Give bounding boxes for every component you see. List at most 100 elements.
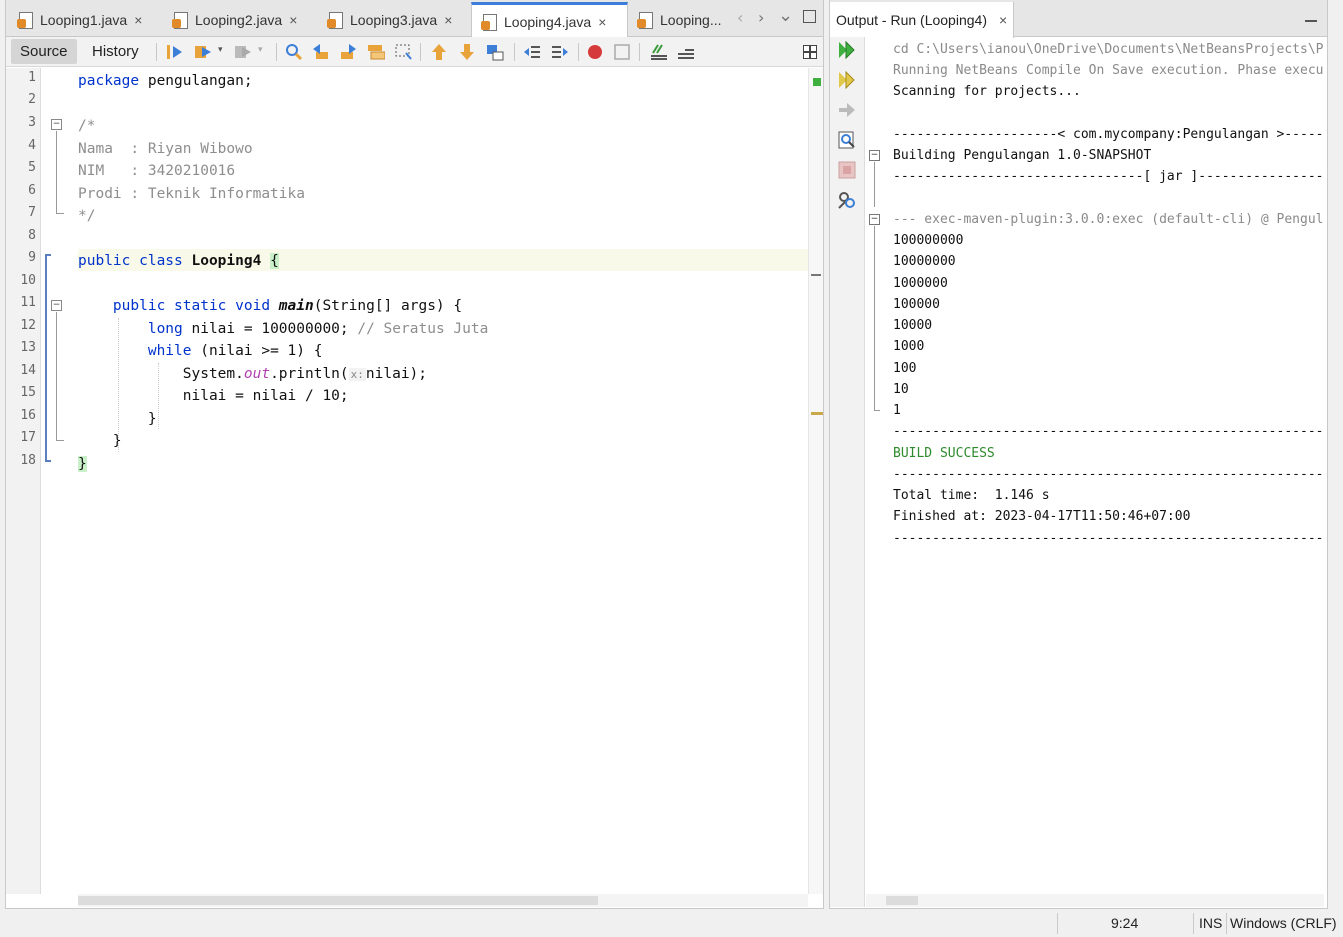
output-value: 100000 — [893, 297, 940, 312]
line-number[interactable]: 12 — [6, 318, 36, 333]
tab-label: Looping3.java — [350, 12, 438, 28]
previous-bookmark-icon[interactable] — [430, 43, 448, 61]
editor-horizontal-scrollbar[interactable] — [78, 894, 808, 907]
maximize-icon[interactable] — [803, 10, 816, 23]
tab-output-run[interactable]: Output - Run (Looping4) × — [830, 2, 1015, 38]
code-editor[interactable]: package pengulangan; /* Nama : Riyan Wib… — [78, 68, 808, 894]
settings-icon[interactable] — [837, 190, 857, 210]
forward-arrow-icon[interactable] — [837, 100, 857, 120]
toolbar-separator — [420, 43, 421, 61]
tab-looping3[interactable]: Looping3.java × — [318, 3, 470, 37]
close-icon[interactable]: × — [999, 12, 1007, 28]
output-horizontal-scrollbar[interactable] — [866, 894, 1324, 907]
shift-left-icon[interactable] — [523, 43, 541, 61]
rerun-icon[interactable] — [837, 40, 857, 60]
output-value: 1000 — [893, 339, 925, 354]
line-number[interactable]: 1 — [6, 70, 36, 85]
scrollbar-thumb[interactable] — [886, 896, 918, 905]
last-edit-icon[interactable] — [166, 43, 184, 61]
line-number[interactable]: 2 — [6, 92, 36, 107]
find-selection-icon[interactable] — [285, 43, 303, 61]
java-file-icon — [326, 11, 344, 29]
code-line-6: Prodi : Teknik Informatika — [78, 186, 305, 202]
start-macro-icon[interactable] — [586, 43, 604, 61]
output-value: 1 — [893, 403, 901, 418]
toolbar-separator — [276, 43, 277, 61]
fold-collapse-icon[interactable]: − — [51, 119, 62, 130]
toggle-bookmark-icon[interactable] — [486, 43, 504, 61]
line-number[interactable]: 4 — [6, 138, 36, 153]
code-line-17: } — [112, 433, 122, 449]
line-number[interactable]: 14 — [6, 363, 36, 378]
chevron-right-icon[interactable]: › — [758, 8, 764, 27]
output-console[interactable]: cd C:\Users\ianou\OneDrive\Documents\Net… — [866, 37, 1324, 894]
output-line: ----------------------------------------… — [893, 424, 1324, 439]
close-icon[interactable]: × — [598, 14, 606, 30]
line-number[interactable]: 8 — [6, 228, 36, 243]
line-number[interactable]: 18 — [6, 453, 36, 468]
line-number[interactable]: 13 — [6, 340, 36, 355]
tab-list-icon[interactable]: ⌄ — [778, 5, 793, 26]
code-line-5: NIM : 3420210016 — [78, 163, 236, 179]
history-button[interactable]: History — [83, 39, 148, 64]
error-stripe[interactable] — [808, 68, 823, 894]
line-number[interactable]: 9 — [6, 250, 36, 265]
fold-collapse-icon[interactable]: − — [51, 300, 62, 311]
output-value: 100000000 — [893, 233, 964, 248]
output-line: Scanning for projects... — [893, 84, 1081, 99]
output-line: --- exec-maven-plugin:3.0.0:exec (defaul… — [893, 212, 1324, 227]
fold-column: − − — [42, 68, 82, 894]
line-ending[interactable]: Windows (CRLF) — [1230, 915, 1337, 931]
toggle-highlight-icon[interactable] — [367, 43, 385, 61]
line-number[interactable]: 15 — [6, 385, 36, 400]
netbeans-window: Looping1.java × Looping2.java × Looping3… — [0, 0, 1343, 937]
shift-right-icon[interactable] — [551, 43, 569, 61]
find-previous-icon[interactable] — [312, 43, 330, 61]
next-bookmark-icon[interactable] — [458, 43, 476, 61]
insert-mode[interactable]: INS — [1199, 915, 1222, 931]
toggle-rect-select-icon[interactable] — [394, 43, 412, 61]
line-number[interactable]: 10 — [6, 273, 36, 288]
split-icon[interactable] — [803, 45, 817, 59]
tab-looping1[interactable]: Looping1.java × — [8, 3, 160, 37]
minimize-icon[interactable] — [1305, 20, 1317, 22]
find-next-icon[interactable] — [339, 43, 357, 61]
status-bar: 9:24 INS Windows (CRLF) — [0, 910, 1343, 937]
output-line: Total time: 1.146 s — [893, 488, 1050, 503]
line-number[interactable]: 11 — [6, 295, 36, 310]
line-number[interactable]: 7 — [6, 205, 36, 220]
inspect-icon[interactable] — [837, 130, 857, 150]
tab-looping2[interactable]: Looping2.java × — [163, 3, 315, 37]
chevron-down-icon[interactable]: ▾ — [258, 45, 276, 63]
tab-looping5[interactable]: Looping... — [628, 3, 733, 37]
no-errors-indicator — [813, 78, 821, 86]
stop-macro-icon[interactable] — [613, 43, 631, 61]
line-number[interactable]: 16 — [6, 408, 36, 423]
line-number[interactable]: 17 — [6, 430, 36, 445]
output-value: 10 — [893, 382, 909, 397]
output-line: Building Pengulangan 1.0-SNAPSHOT — [893, 148, 1152, 163]
editor-tab-bar: Looping1.java × Looping2.java × Looping3… — [6, 0, 823, 38]
close-icon[interactable]: × — [444, 12, 452, 28]
uncomment-icon[interactable] — [677, 43, 695, 61]
fold-collapse-icon[interactable]: − — [869, 214, 880, 225]
close-icon[interactable]: × — [134, 12, 142, 28]
warning-marker[interactable] — [811, 412, 823, 415]
line-number[interactable]: 6 — [6, 183, 36, 198]
tab-looping4[interactable]: Looping4.java × — [471, 2, 628, 38]
java-file-icon — [16, 11, 34, 29]
stop-icon[interactable] — [837, 160, 857, 180]
close-icon[interactable]: × — [289, 12, 297, 28]
chevron-left-icon[interactable]: ‹ — [737, 8, 743, 27]
forward-icon[interactable] — [234, 43, 252, 61]
line-number[interactable]: 5 — [6, 160, 36, 175]
scrollbar-thumb[interactable] — [78, 896, 598, 905]
caret-position[interactable]: 9:24 — [1111, 915, 1138, 931]
output-value: 100 — [893, 361, 917, 376]
line-number[interactable]: 3 — [6, 115, 36, 130]
rerun-with-options-icon[interactable] — [837, 70, 857, 90]
source-button[interactable]: Source — [11, 39, 77, 64]
fold-collapse-icon[interactable]: − — [869, 150, 880, 161]
back-icon[interactable] — [194, 43, 212, 61]
comment-icon[interactable] — [650, 43, 668, 61]
